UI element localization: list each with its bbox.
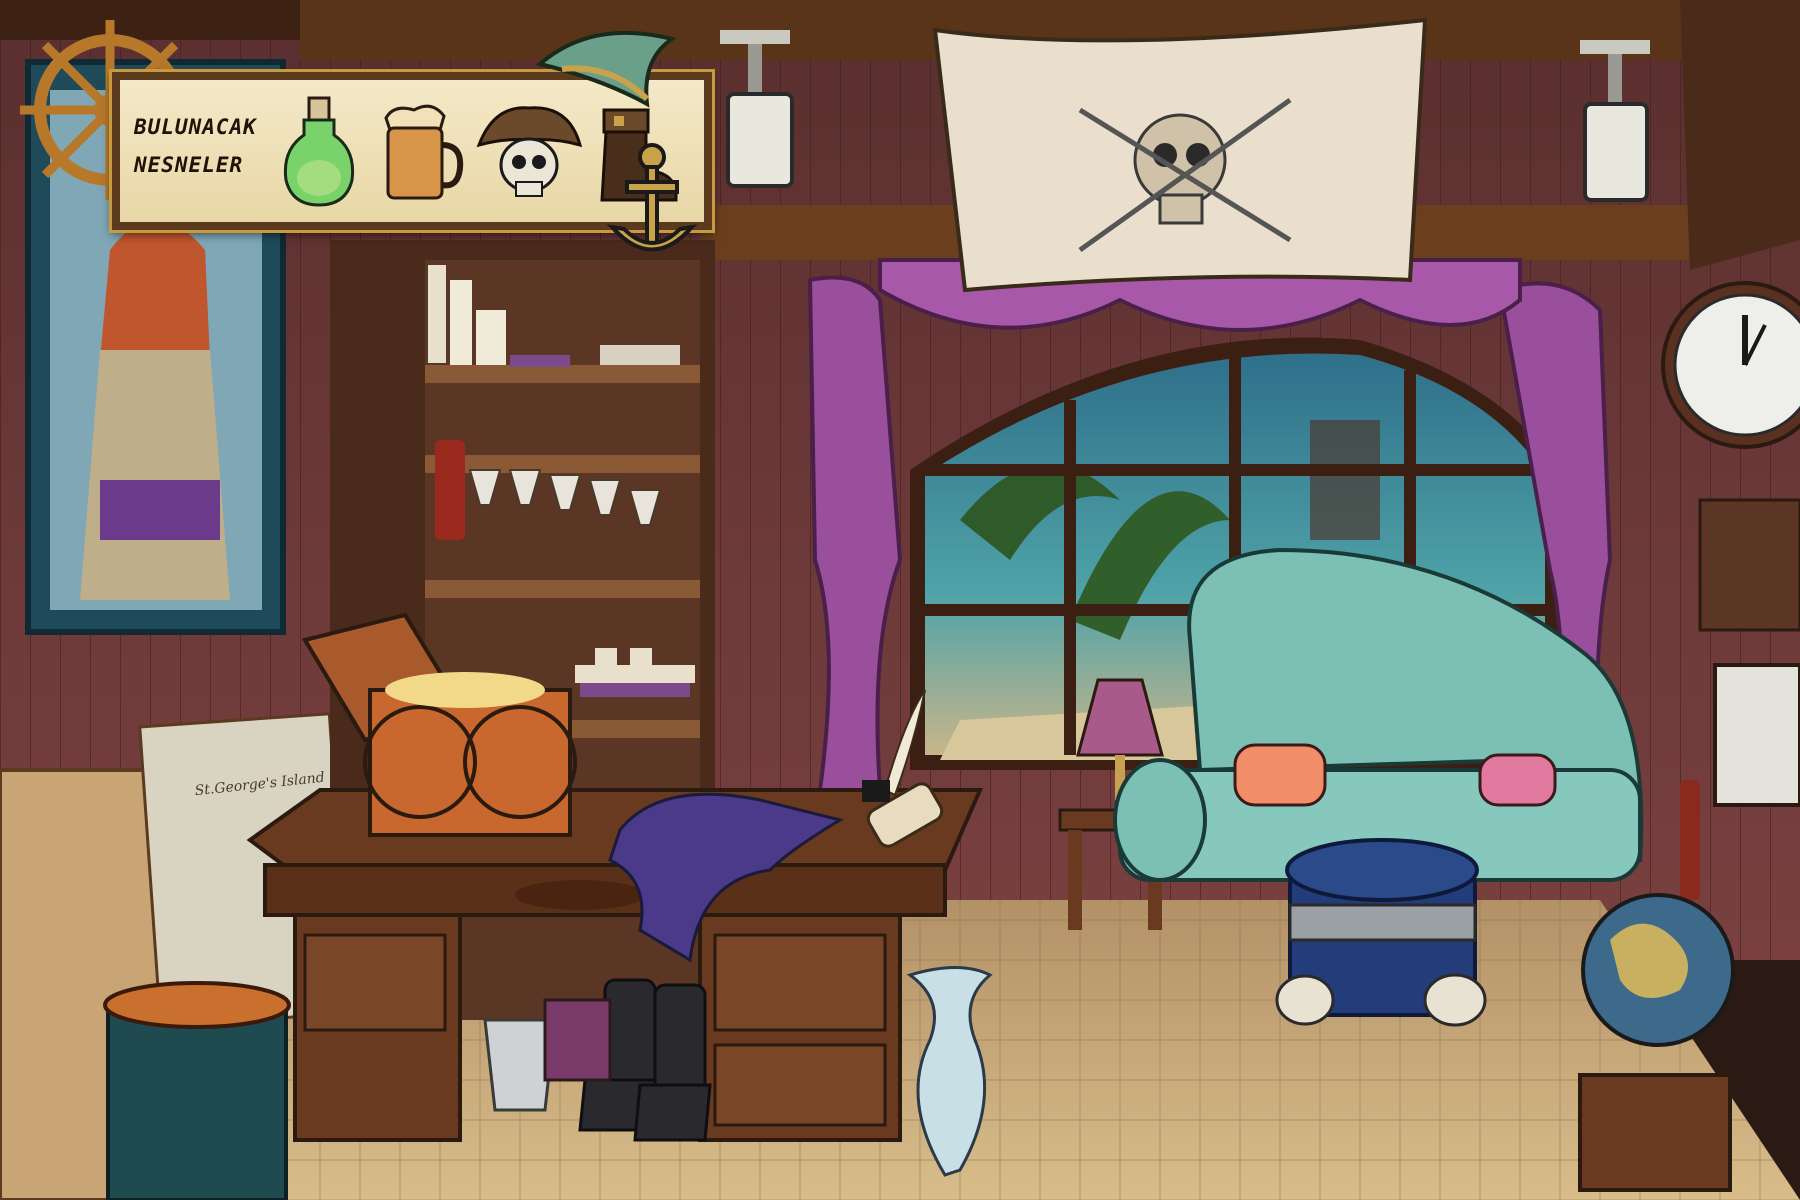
wall-shelf <box>1698 498 1800 632</box>
potion-icon <box>283 96 355 207</box>
red-bottle[interactable] <box>1680 780 1700 900</box>
hud-title-line2: NESNELER <box>134 153 244 177</box>
target-mug[interactable] <box>374 90 464 210</box>
inkwell[interactable] <box>862 780 890 802</box>
mountain-painting[interactable] <box>1713 663 1800 807</box>
mug-icon <box>384 104 464 200</box>
pink-box[interactable] <box>543 998 612 1082</box>
ship-silhouette <box>1310 420 1380 540</box>
tricorn-hat-icon <box>535 30 677 108</box>
pink-cushion[interactable] <box>1478 753 1557 807</box>
target-potion[interactable] <box>274 90 364 210</box>
skull-right[interactable] <box>1423 973 1487 1027</box>
hud-title-line1: BULUNACAK <box>134 115 257 139</box>
hud-title: BULUNACAK NESNELER <box>134 108 274 184</box>
skull-flag[interactable] <box>932 17 1428 293</box>
items-to-find-panel: BULUNACAK NESNELER <box>20 20 715 252</box>
anchor-icon <box>606 143 698 252</box>
skull-left[interactable] <box>1275 974 1335 1026</box>
game-scene: St.George's Island 1857 BULUNACAK NESNEL… <box>0 0 1800 1200</box>
wine-bottle[interactable] <box>435 440 465 540</box>
barrel[interactable] <box>103 981 291 1200</box>
orange-cushion[interactable] <box>1233 743 1327 807</box>
